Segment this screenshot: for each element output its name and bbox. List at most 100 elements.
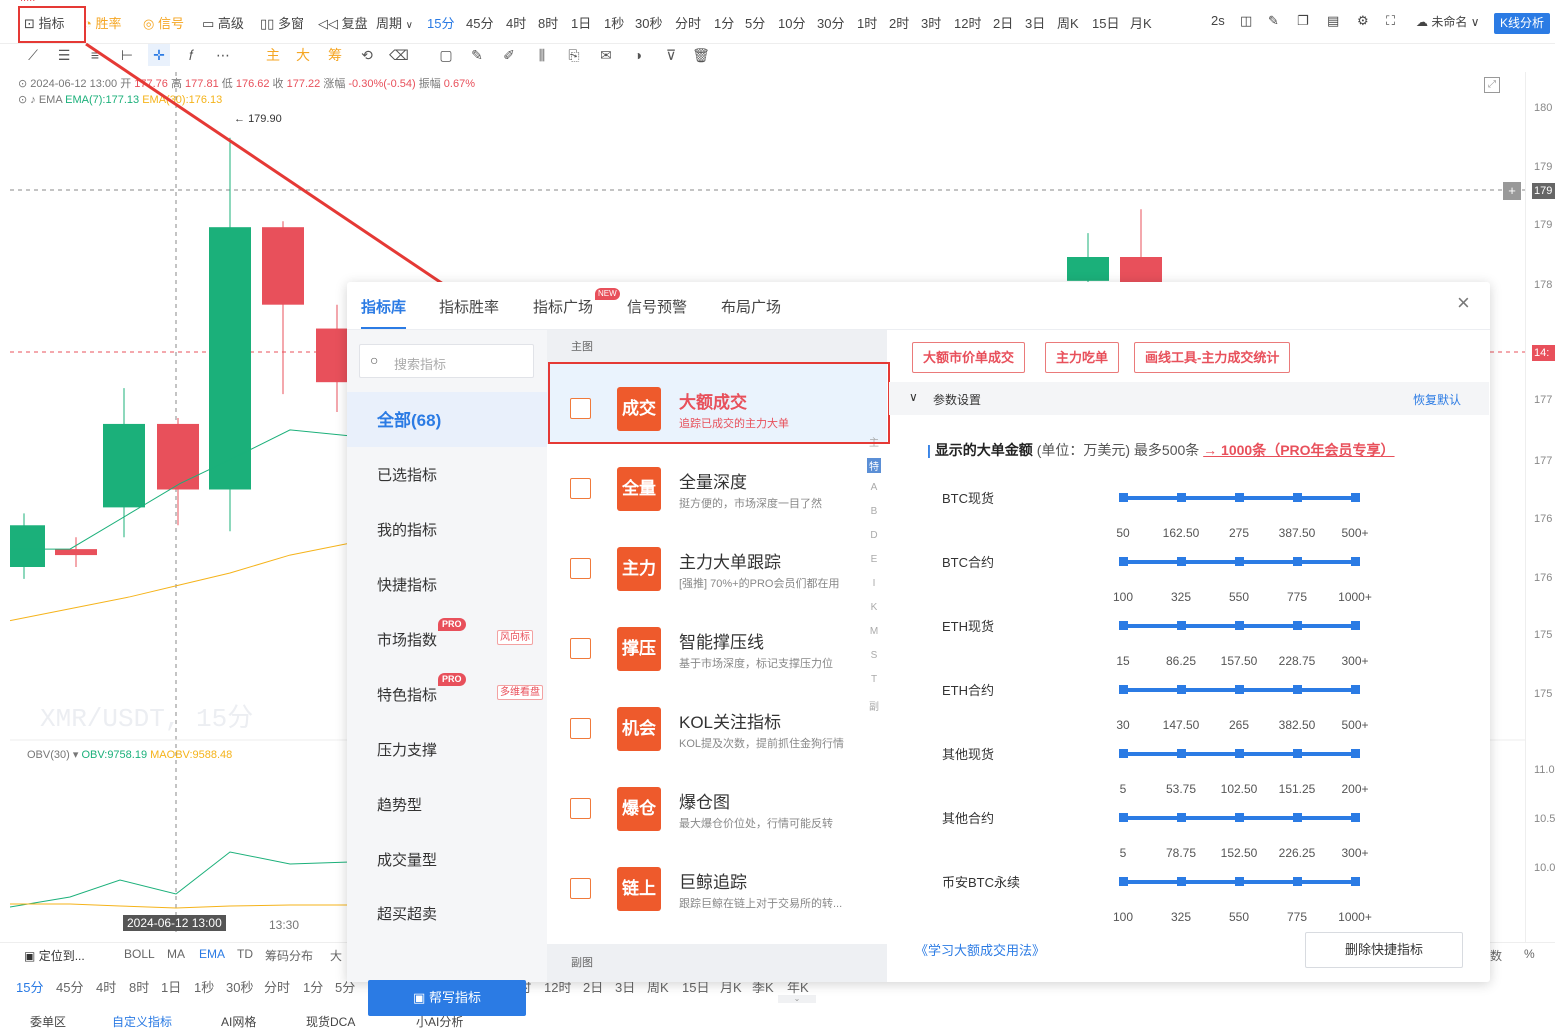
indicator-item[interactable]: 链上 巨鲸追踪 跟踪巨鲸在链上对于交易所的转...	[547, 844, 887, 924]
kline-analysis-button[interactable]: K线分析	[1494, 13, 1550, 34]
pattern-icon[interactable]: ⫼	[531, 44, 553, 66]
help-write-indicator-button[interactable]: ▣ 帮写指标	[368, 980, 526, 1016]
category-3[interactable]: 快捷指标	[377, 574, 437, 595]
bottom-tab-3[interactable]: 现货DCA	[306, 1013, 355, 1030]
note-icon[interactable]: ✉	[595, 44, 617, 66]
reset-default-link[interactable]: 恢复默认	[1413, 391, 1461, 408]
indicator-checkbox[interactable]	[570, 558, 591, 579]
slider-knob[interactable]	[1235, 493, 1244, 502]
alpha-index-6[interactable]: I	[867, 578, 881, 589]
slider-knob[interactable]	[1235, 685, 1244, 694]
category-9[interactable]: 超买超卖	[377, 903, 437, 924]
slider-knob[interactable]	[1235, 621, 1244, 630]
slider-track[interactable]: 100 325 550 775 1000+	[1113, 877, 1372, 924]
period-20[interactable]: 月K	[1130, 13, 1152, 32]
bottom-period-0[interactable]: 15分	[16, 977, 43, 996]
fib-icon[interactable]: 𝑓	[180, 44, 202, 66]
slider-knob[interactable]	[1235, 557, 1244, 566]
copy-icon[interactable]: ⎘	[563, 44, 585, 66]
slider-track[interactable]: 100 325 550 775 1000+	[1113, 557, 1372, 604]
dialog-tab-3[interactable]: 信号预警	[627, 296, 687, 317]
quick-indicator-3[interactable]: TD	[237, 947, 253, 961]
close-icon[interactable]: ×	[1457, 290, 1470, 316]
slider-knob[interactable]	[1235, 877, 1244, 886]
scale-label[interactable]: 数	[1490, 947, 1502, 964]
more-icon[interactable]: ⋯	[212, 44, 234, 66]
indicator-item[interactable]: 机会 KOL关注指标 KOL提及次数，提前抓住金狗行情	[547, 684, 887, 764]
indicator-item[interactable]: 爆仓 爆仓图 最大爆仓价位处，行情可能反转	[547, 764, 887, 844]
quick-indicator-5[interactable]: 大	[330, 947, 342, 964]
slider-knob[interactable]	[1119, 749, 1128, 758]
period-10[interactable]: 10分	[778, 13, 805, 32]
settings-panel-icon[interactable]: ▤	[1327, 13, 1339, 29]
slider-knob[interactable]	[1351, 621, 1360, 630]
slider-knob[interactable]	[1177, 557, 1186, 566]
collapse-icon[interactable]: ⊙	[18, 78, 27, 90]
channel-icon[interactable]: ≡	[84, 44, 106, 66]
h-line-icon[interactable]: ☰	[53, 44, 75, 66]
params-header[interactable]: ∨ 参数设置 恢复默认	[889, 382, 1489, 415]
interval-label[interactable]: 2s	[1211, 13, 1225, 28]
alpha-index-10[interactable]: T	[867, 674, 881, 685]
period-17[interactable]: 3日	[1025, 13, 1045, 32]
indicator-checkbox[interactable]	[570, 478, 591, 499]
period-13[interactable]: 2时	[889, 13, 909, 32]
category-0[interactable]: 全部(68)	[377, 406, 441, 431]
period-dropdown[interactable]: 周期 ∨	[376, 13, 413, 32]
period-14[interactable]: 3时	[921, 13, 941, 32]
bottom-tab-1[interactable]: 自定义指标	[112, 1013, 172, 1030]
period-2[interactable]: 4时	[506, 13, 526, 32]
bottom-period-5[interactable]: 1秒	[194, 977, 214, 996]
percent-toggle[interactable]: %	[1524, 947, 1535, 961]
indicator-checkbox[interactable]	[570, 638, 591, 659]
rect-icon[interactable]: ▢	[435, 44, 457, 66]
bell-icon[interactable]: ♪	[30, 94, 36, 106]
quick-indicator-1[interactable]: MA	[167, 947, 185, 961]
slider-track[interactable]: 5 78.75 152.50 226.25 300+	[1119, 813, 1369, 860]
slider-knob[interactable]	[1293, 493, 1302, 502]
alpha-index-4[interactable]: D	[867, 530, 881, 541]
slider-knob[interactable]	[1235, 813, 1244, 822]
slider-knob[interactable]	[1351, 813, 1360, 822]
period-7[interactable]: 分时	[675, 13, 701, 32]
quick-indicator-0[interactable]: BOLL	[124, 947, 155, 961]
ray-icon[interactable]: ⊢	[116, 44, 138, 66]
category-2[interactable]: 我的指标	[377, 519, 437, 540]
snapshot-icon[interactable]: ⟲	[356, 44, 378, 66]
collapse-handle[interactable]: ⌄	[778, 995, 816, 1003]
alpha-index-7[interactable]: K	[867, 602, 881, 613]
period-0[interactable]: 15分	[427, 13, 454, 32]
tool-9[interactable]: 筹	[324, 44, 346, 66]
bottom-period-2[interactable]: 4时	[96, 977, 116, 996]
period-18[interactable]: 周K	[1057, 13, 1079, 32]
slider-knob[interactable]	[1177, 685, 1186, 694]
bottom-tab-2[interactable]: AI网格	[221, 1013, 256, 1030]
gear-icon[interactable]: ⚙	[1357, 13, 1369, 29]
bottom-period-8[interactable]: 1分	[303, 977, 323, 996]
collapse-icon[interactable]: ⊙	[18, 94, 27, 106]
signal-button[interactable]: ◎ 信号	[143, 13, 184, 32]
slider-knob[interactable]	[1293, 557, 1302, 566]
search-input[interactable]: ○ 搜索指标	[359, 344, 534, 378]
slider-knob[interactable]	[1177, 813, 1186, 822]
alpha-index-8[interactable]: M	[867, 626, 881, 637]
layout-dropdown[interactable]: ☁ 未命名 ∨	[1416, 13, 1479, 30]
slider-knob[interactable]	[1351, 749, 1360, 758]
slider-track[interactable]: 5 53.75 102.50 151.25 200+	[1119, 749, 1369, 796]
slider-knob[interactable]	[1119, 685, 1128, 694]
magnet-icon[interactable]: ◑	[627, 44, 649, 66]
brush-icon[interactable]: ✐	[498, 44, 520, 66]
slider-knob[interactable]	[1177, 749, 1186, 758]
related-tag-2[interactable]: 画线工具-主力成交统计	[1134, 342, 1291, 373]
bottom-tab-0[interactable]: 委单区	[30, 1013, 66, 1030]
period-19[interactable]: 15日	[1092, 13, 1119, 32]
slider-knob[interactable]	[1351, 557, 1360, 566]
quick-indicator-4[interactable]: 筹码分布	[265, 947, 313, 964]
locate-button[interactable]: ▣ 定位到...	[24, 947, 85, 964]
delete-quick-indicator-button[interactable]: 删除快捷指标	[1305, 932, 1463, 968]
indicator-checkbox[interactable]	[570, 798, 591, 819]
slider-knob[interactable]	[1177, 877, 1186, 886]
slider-knob[interactable]	[1293, 749, 1302, 758]
category-6[interactable]: 压力支撑	[377, 739, 437, 760]
slider-knob[interactable]	[1119, 877, 1128, 886]
